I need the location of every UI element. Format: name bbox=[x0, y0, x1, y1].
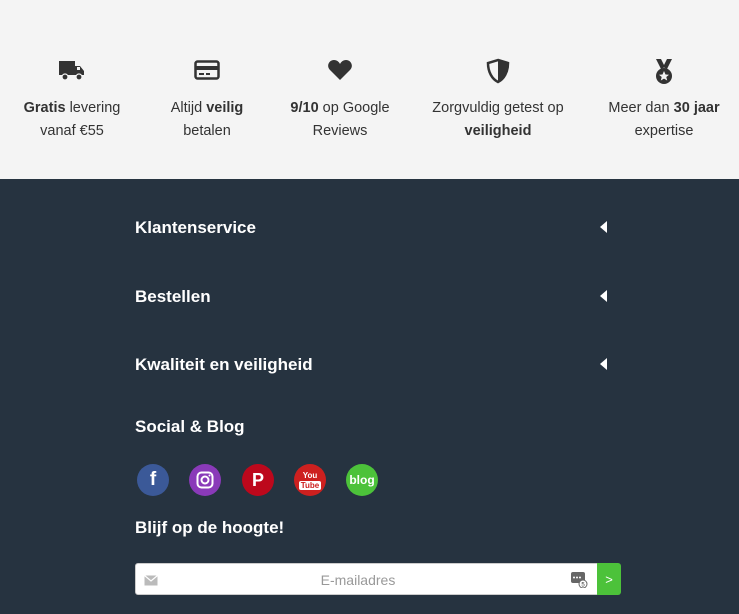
usp-strong: 9/10 bbox=[290, 100, 319, 116]
usp-text: Meer dan bbox=[608, 100, 674, 116]
blog-glyph: blog bbox=[349, 473, 375, 487]
youtube-glyph-bottom: Tube bbox=[298, 480, 322, 490]
accordion-kwaliteit[interactable]: Kwaliteit en veiligheid bbox=[135, 350, 607, 380]
usp-text: expertise bbox=[634, 123, 694, 139]
instagram-glyph bbox=[196, 471, 214, 489]
usp-bar: Gratis levering vanaf €55 Altijd veilig … bbox=[0, 0, 739, 179]
pinterest-glyph: P bbox=[251, 469, 264, 490]
usp-text: betalen bbox=[183, 123, 231, 139]
usp-strong: veiligheid bbox=[464, 123, 532, 139]
facebook-glyph: f bbox=[149, 469, 157, 490]
usp-item-expertise: Meer dan 30 jaar expertise bbox=[600, 58, 728, 143]
usp-item-safety: Zorgvuldig getest op veiligheid bbox=[424, 58, 572, 143]
newsletter-submit-button[interactable]: > bbox=[597, 563, 621, 595]
instagram-icon[interactable] bbox=[189, 464, 221, 496]
shield-icon bbox=[424, 58, 572, 86]
blog-icon[interactable]: blog bbox=[346, 464, 378, 496]
medal-icon bbox=[600, 58, 728, 86]
usp-strong: Gratis bbox=[23, 100, 66, 116]
accordion-label: Kwaliteit en veiligheid bbox=[135, 355, 313, 374]
caret-left-icon bbox=[600, 221, 607, 233]
usp-item-reviews: 9/10 op Google Reviews bbox=[282, 58, 398, 143]
footer: Klantenservice Bestellen Kwaliteit en ve… bbox=[0, 179, 739, 614]
usp-strong: veilig bbox=[206, 100, 244, 116]
usp-text: Reviews bbox=[312, 123, 368, 139]
heart-icon bbox=[282, 58, 398, 86]
credit-card-icon bbox=[153, 58, 261, 86]
caret-left-icon bbox=[600, 290, 607, 302]
youtube-glyph-top: You bbox=[302, 470, 318, 480]
password-manager-icon[interactable]: 5 bbox=[570, 570, 588, 593]
email-field[interactable] bbox=[176, 564, 540, 596]
usp-text: vanaf €55 bbox=[40, 123, 104, 139]
social-title: Social & Blog bbox=[135, 417, 245, 436]
accordion-label: Klantenservice bbox=[135, 218, 256, 237]
usp-text: Zorgvuldig getest op bbox=[432, 100, 564, 116]
usp-item-shipping: Gratis levering vanaf €55 bbox=[18, 58, 126, 143]
youtube-icon[interactable]: You Tube bbox=[294, 464, 326, 496]
usp-text: op Google bbox=[318, 100, 390, 116]
usp-strong: 30 jaar bbox=[673, 100, 720, 116]
accordion-klantenservice[interactable]: Klantenservice bbox=[135, 213, 607, 243]
usp-text: levering bbox=[65, 100, 121, 116]
caret-left-icon bbox=[600, 358, 607, 370]
newsletter-form: 5 > bbox=[135, 563, 621, 596]
pinterest-icon[interactable]: P bbox=[242, 464, 274, 496]
accordion-bestellen[interactable]: Bestellen bbox=[135, 282, 607, 312]
usp-text: Altijd bbox=[170, 100, 207, 116]
newsletter-title: Blijf op de hoogte! bbox=[135, 518, 285, 537]
envelope-icon bbox=[144, 573, 158, 591]
usp-item-payment: Altijd veilig betalen bbox=[153, 58, 261, 143]
truck-icon bbox=[18, 58, 126, 86]
accordion-label: Bestellen bbox=[135, 287, 211, 306]
newsletter-input-wrapper: 5 bbox=[135, 563, 599, 596]
facebook-icon[interactable]: f bbox=[137, 464, 169, 496]
